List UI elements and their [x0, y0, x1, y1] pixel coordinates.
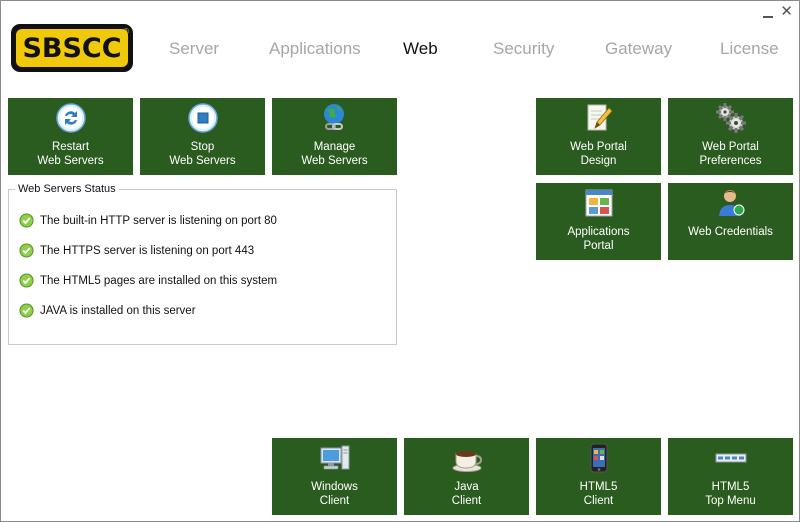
logo-registered-mark: ®: [123, 27, 129, 36]
close-button[interactable]: ✕: [780, 4, 793, 19]
windows-client-button[interactable]: Windows Client: [272, 438, 397, 515]
stop-icon: [187, 103, 218, 133]
java-client-label-line2: Client: [451, 495, 482, 507]
portal-prefs-label-line2: Preferences: [699, 155, 762, 167]
document-pencil-icon: [587, 104, 613, 131]
check-circle-icon: [19, 273, 34, 288]
status-item-html5: The HTML5 pages are installed on this sy…: [19, 273, 277, 288]
stop-label-line2: Web Servers: [169, 155, 236, 167]
portal-prefs-label-line1: Web Portal: [702, 141, 759, 153]
html5-topmenu-label-line1: HTML5: [711, 481, 750, 493]
restart-web-servers-button[interactable]: Restart Web Servers: [8, 98, 133, 175]
portal-design-label-line2: Design: [580, 155, 617, 167]
html5-top-menu-button[interactable]: HTML5 Top Menu: [668, 438, 793, 515]
main-tabs: Server Applications Web Security Gateway…: [1, 39, 800, 61]
apps-portal-label-line1: Applications: [567, 226, 630, 238]
html5-topmenu-label-line2: Top Menu: [705, 495, 756, 507]
minimize-button[interactable]: [763, 7, 773, 21]
globe-link-icon: [323, 104, 344, 130]
coffee-cup-icon: [452, 451, 482, 472]
status-text-html5: The HTML5 pages are installed on this sy…: [40, 274, 278, 287]
windows-client-label-line1: Windows: [311, 481, 358, 493]
minimize-icon: [763, 16, 773, 18]
status-item-java: JAVA is installed on this server: [19, 303, 196, 318]
menu-bar-icon: [715, 453, 746, 463]
html5-client-button[interactable]: HTML5 Client: [536, 438, 661, 515]
status-item-http: The built-in HTTP server is listening on…: [19, 213, 277, 228]
app-grid-icon: [585, 189, 612, 217]
status-text-https: The HTTPS server is listening on port 44…: [40, 244, 255, 257]
web-portal-preferences-button[interactable]: Web Portal Preferences: [668, 98, 793, 175]
tab-server[interactable]: Server: [169, 39, 219, 59]
credentials-label: Web Credentials: [688, 226, 773, 238]
user-icon: [718, 190, 744, 216]
web-servers-status-group: Web Servers Status The built-in HTTP ser…: [8, 183, 397, 345]
restart-label-line2: Web Servers: [37, 155, 104, 167]
html5-client-label-line1: HTML5: [579, 481, 618, 493]
tab-applications[interactable]: Applications: [269, 39, 361, 59]
status-item-https: The HTTPS server is listening on port 44…: [19, 243, 254, 258]
java-client-label-line1: Java: [454, 481, 479, 493]
tab-gateway[interactable]: Gateway: [605, 39, 672, 59]
status-text-java: JAVA is installed on this server: [40, 304, 196, 317]
refresh-icon: [55, 103, 86, 133]
check-circle-icon: [19, 213, 34, 228]
windows-client-label-line2: Client: [319, 495, 350, 507]
status-text-http: The built-in HTTP server is listening on…: [40, 214, 277, 227]
restart-label-line1: Restart: [51, 141, 90, 153]
html5-client-label-line2: Client: [583, 495, 614, 507]
status-group-title: Web Servers Status: [15, 183, 119, 195]
portal-design-label-line1: Web Portal: [570, 141, 627, 153]
apps-portal-label-line2: Portal: [583, 240, 614, 252]
tab-web[interactable]: Web: [403, 39, 438, 59]
computer-icon: [320, 445, 349, 470]
tab-security[interactable]: Security: [493, 39, 554, 59]
tab-license[interactable]: License: [720, 39, 779, 59]
manage-label-line1: Manage: [313, 141, 356, 153]
web-portal-design-button[interactable]: Web Portal Design: [536, 98, 661, 175]
web-credentials-button[interactable]: Web Credentials: [668, 183, 793, 260]
manage-web-servers-button[interactable]: Manage Web Servers: [272, 98, 397, 175]
check-circle-icon: [19, 303, 34, 318]
manage-label-line2: Web Servers: [301, 155, 368, 167]
java-client-button[interactable]: Java Client: [404, 438, 529, 515]
stop-web-servers-button[interactable]: Stop Web Servers: [140, 98, 265, 175]
check-circle-icon: [19, 243, 34, 258]
stop-label-line1: Stop: [190, 141, 215, 153]
gears-icon: [715, 103, 746, 133]
applications-portal-button[interactable]: Applications Portal: [536, 183, 661, 260]
phone-icon: [590, 443, 607, 473]
